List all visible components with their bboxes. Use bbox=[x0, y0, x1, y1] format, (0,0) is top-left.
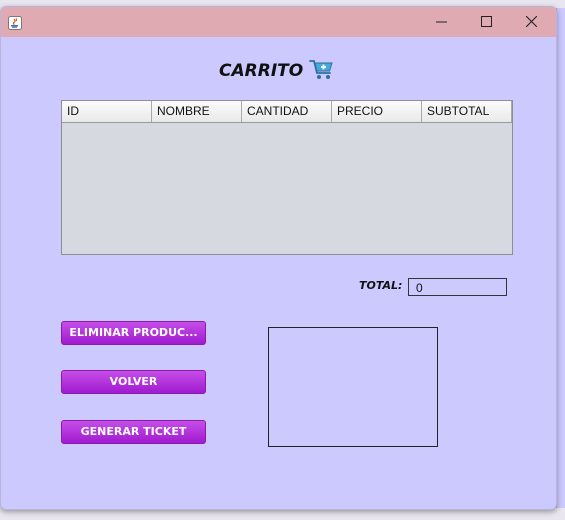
eliminar-producto-button[interactable]: ELIMINAR PRODUC... bbox=[61, 321, 206, 345]
title-bar[interactable] bbox=[1, 7, 556, 37]
total-label: TOTAL: bbox=[359, 279, 403, 292]
shopping-cart-icon bbox=[309, 58, 335, 82]
minimize-button[interactable] bbox=[419, 7, 464, 37]
ticket-preview-box bbox=[268, 327, 438, 447]
close-button[interactable] bbox=[509, 7, 554, 37]
column-header-cantidad[interactable]: CANTIDAD bbox=[242, 101, 332, 122]
generar-ticket-button[interactable]: GENERAR TICKET bbox=[61, 420, 206, 444]
volver-button[interactable]: VOLVER bbox=[61, 370, 206, 394]
maximize-icon bbox=[481, 16, 492, 27]
carrito-window: CARRITO ID NOMBRE CANTIDAD PRECIO SUBTOT… bbox=[0, 6, 557, 510]
background-window-edge bbox=[556, 8, 565, 508]
java-icon bbox=[8, 15, 22, 30]
close-icon bbox=[526, 16, 537, 27]
column-header-subtotal[interactable]: SUBTOTAL bbox=[422, 101, 512, 122]
column-header-precio[interactable]: PRECIO bbox=[332, 101, 422, 122]
minimize-icon bbox=[436, 21, 447, 23]
maximize-button[interactable] bbox=[464, 7, 509, 37]
total-field[interactable]: 0 bbox=[408, 278, 507, 296]
column-header-id[interactable]: ID bbox=[62, 101, 152, 122]
cart-table[interactable]: ID NOMBRE CANTIDAD PRECIO SUBTOTAL bbox=[61, 100, 513, 255]
column-header-nombre[interactable]: NOMBRE bbox=[152, 101, 242, 122]
table-header: ID NOMBRE CANTIDAD PRECIO SUBTOTAL bbox=[62, 101, 512, 123]
page-title: CARRITO bbox=[219, 61, 304, 81]
